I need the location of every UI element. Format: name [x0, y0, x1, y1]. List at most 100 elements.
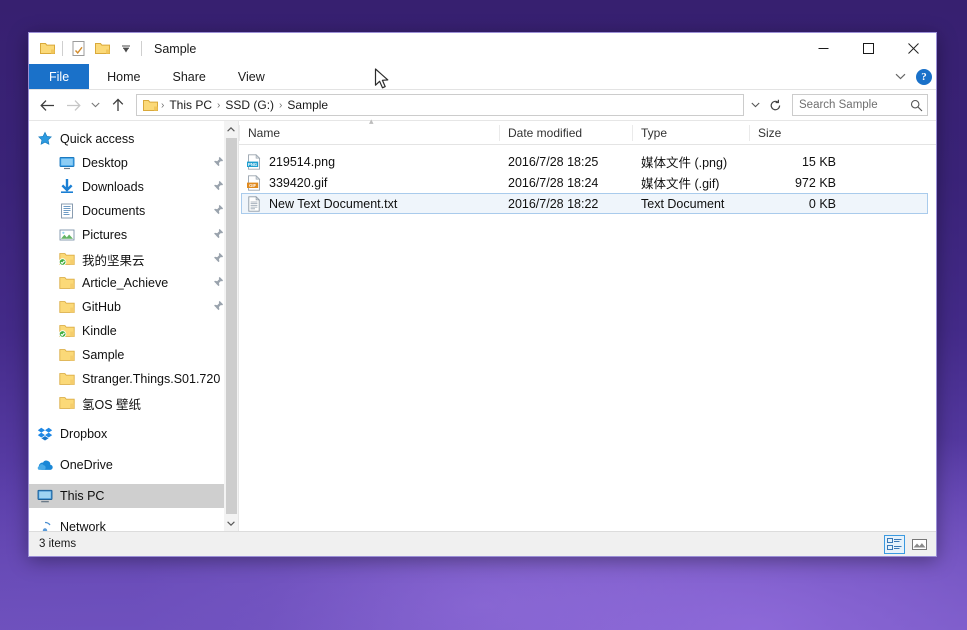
search-box[interactable] — [792, 94, 928, 116]
sidebar-item-github[interactable]: GitHub — [29, 295, 238, 319]
tab-file[interactable]: File — [29, 64, 89, 89]
pin-icon[interactable] — [213, 276, 224, 290]
png-file-icon: PNG — [246, 154, 262, 170]
sidebar-item-label: GitHub — [82, 300, 121, 314]
file-type-cell: 媒体文件 (.png) — [633, 152, 750, 171]
sidebar-item-desktop[interactable]: Desktop — [29, 151, 238, 175]
sidebar-item-network[interactable]: Network — [29, 515, 238, 531]
up-button[interactable] — [106, 93, 130, 117]
address-dropdown-chevron-down-icon[interactable] — [746, 95, 764, 115]
svg-text:GIF: GIF — [249, 182, 256, 187]
svg-text:PNG: PNG — [248, 161, 257, 166]
download-icon — [59, 179, 75, 195]
pin-icon[interactable] — [213, 180, 224, 194]
pin-icon[interactable] — [213, 300, 224, 314]
file-size-cell: 972 KB — [750, 176, 838, 190]
quick-access-toolbar — [29, 37, 145, 61]
search-icon[interactable] — [910, 99, 923, 112]
breadcrumb-folder-icon[interactable] — [141, 99, 160, 112]
sidebar-item-downloads[interactable]: Downloads — [29, 175, 238, 199]
file-list-pane: ▴ Name Date modified Type Size PNG219514… — [239, 121, 936, 531]
sidebar-item-dropbox[interactable]: Dropbox — [29, 422, 238, 446]
scrollbar-thumb[interactable] — [226, 138, 237, 514]
pin-icon[interactable] — [213, 156, 224, 170]
navigation-scrollbar[interactable] — [224, 121, 238, 531]
sidebar-item-label: 氢OS 壁纸 — [82, 394, 141, 413]
sidebar-item-label: Article_Achieve — [82, 276, 168, 290]
breadcrumb-item-this-pc[interactable]: This PC — [165, 98, 216, 112]
sidebar-item-article-achieve[interactable]: Article_Achieve — [29, 271, 238, 295]
forward-button[interactable] — [61, 93, 85, 117]
dropbox-icon — [37, 426, 53, 442]
sidebar-item-kindle[interactable]: Kindle — [29, 319, 238, 343]
ribbon-right-controls: ? — [891, 64, 932, 90]
file-size-cell: 15 KB — [750, 155, 838, 169]
sidebar-item-sample[interactable]: Sample — [29, 343, 238, 367]
sidebar-item-onedrive[interactable]: OneDrive — [29, 453, 238, 477]
file-type-cell: Text Document — [633, 197, 750, 211]
sidebar-item-label: Pictures — [82, 228, 127, 242]
file-type-cell: 媒体文件 (.gif) — [633, 173, 750, 192]
maximize-button[interactable] — [846, 33, 891, 64]
table-row[interactable]: PNG219514.png2016/7/28 18:25媒体文件 (.png)1… — [241, 151, 928, 172]
pin-icon[interactable] — [213, 252, 224, 266]
tab-view[interactable]: View — [222, 64, 281, 89]
column-header-size[interactable]: Size — [749, 125, 837, 141]
folder-icon[interactable] — [35, 37, 59, 61]
back-button[interactable] — [35, 93, 59, 117]
properties-icon[interactable] — [66, 37, 90, 61]
text-file-icon — [246, 196, 262, 212]
sidebar-group-spacer — [29, 508, 238, 515]
sidebar-item-label: Network — [60, 520, 106, 531]
recent-locations-chevron-down-icon[interactable] — [87, 93, 104, 117]
window-title: Sample — [154, 42, 196, 56]
search-input[interactable] — [799, 99, 910, 111]
this-pc-icon — [37, 488, 53, 504]
sidebar-item-label: Kindle — [82, 324, 117, 338]
chevron-down-icon[interactable] — [114, 37, 138, 61]
navigation-pane: Quick accessDesktopDownloadsDocuments Pic… — [29, 121, 239, 531]
file-date-cell: 2016/7/28 18:24 — [500, 176, 633, 190]
close-button[interactable] — [891, 33, 936, 64]
column-header-date-modified[interactable]: Date modified — [499, 125, 632, 141]
breadcrumb-item-ssd-g[interactable]: SSD (G:) — [221, 98, 278, 112]
pin-icon[interactable] — [213, 204, 224, 218]
expand-ribbon-chevron-down-icon[interactable] — [891, 71, 910, 83]
pin-icon[interactable] — [213, 228, 224, 242]
documents-icon — [59, 203, 75, 219]
column-header-type[interactable]: Type — [632, 125, 749, 141]
minimize-button[interactable] — [801, 33, 846, 64]
status-bar: 3 items — [29, 531, 936, 556]
refresh-icon[interactable] — [766, 95, 784, 115]
breadcrumb-item-sample[interactable]: Sample — [283, 98, 332, 112]
address-bar[interactable]: › This PC › SSD (G:) › Sample — [136, 94, 744, 116]
view-mode-buttons — [884, 535, 930, 554]
help-icon[interactable]: ? — [916, 69, 932, 85]
sidebar-item-pictures[interactable]: Pictures — [29, 223, 238, 247]
sidebar-item-[interactable]: 我的坚果云 — [29, 247, 238, 271]
sidebar-item-os[interactable]: 氢OS 壁纸 — [29, 391, 238, 415]
file-name-label: New Text Document.txt — [269, 197, 397, 211]
details-view-button[interactable] — [884, 535, 905, 554]
pictures-icon — [59, 227, 75, 243]
scroll-down-arrow-icon[interactable] — [224, 515, 238, 531]
scroll-up-arrow-icon[interactable] — [224, 121, 238, 137]
table-row[interactable]: GIF339420.gif2016/7/28 18:24媒体文件 (.gif)9… — [241, 172, 928, 193]
new-folder-icon[interactable] — [90, 37, 114, 61]
desktop-icon — [59, 155, 75, 171]
sidebar-item-stranger-things-s01-720p-n[interactable]: Stranger.Things.S01.720p.N — [29, 367, 238, 391]
sidebar-item-this-pc[interactable]: This PC — [29, 484, 238, 508]
tab-share[interactable]: Share — [157, 64, 222, 89]
tab-home[interactable]: Home — [91, 64, 156, 89]
sidebar-item-quick-access[interactable]: Quick access — [29, 127, 238, 151]
sidebar-item-label: This PC — [60, 489, 104, 503]
title-bar: Sample — [29, 33, 936, 64]
file-size-cell: 0 KB — [750, 197, 838, 211]
table-row[interactable]: New Text Document.txt2016/7/28 18:22Text… — [241, 193, 928, 214]
file-explorer-window: Sample File Home Share View ? — [28, 32, 937, 557]
file-name-cell: New Text Document.txt — [242, 196, 500, 212]
large-icons-view-button[interactable] — [909, 535, 930, 554]
sidebar-item-documents[interactable]: Documents — [29, 199, 238, 223]
sidebar-group-spacer — [29, 415, 238, 422]
toolbar-separator-2 — [141, 41, 142, 56]
